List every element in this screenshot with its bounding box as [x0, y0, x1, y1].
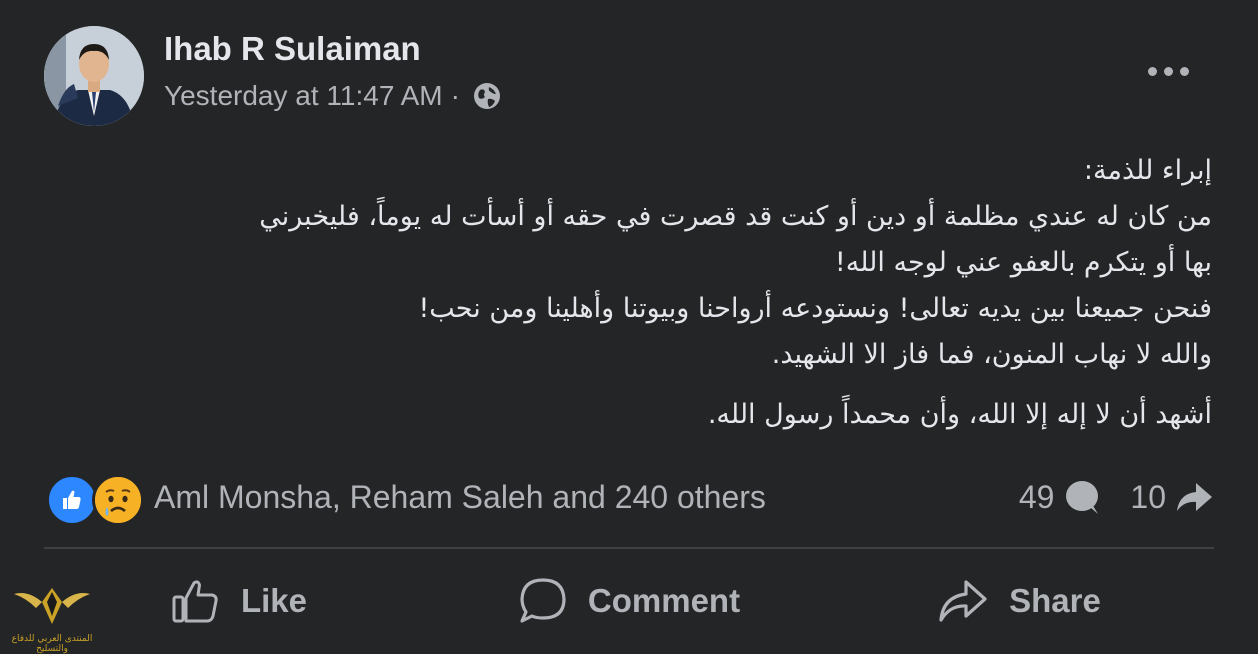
dot-icon — [1163, 66, 1173, 76]
comment-button[interactable]: Comment — [434, 576, 824, 626]
like-button[interactable]: Like — [44, 578, 434, 624]
share-button[interactable]: Share — [824, 577, 1214, 625]
reaction-icons — [46, 472, 146, 526]
post-line: والله لا نهاب المنون، فما فاز الا الشهيد… — [771, 339, 1212, 370]
post-body: إبراء للذمة: من كان له عندي مظلمة أو دين… — [42, 148, 1212, 438]
post-timestamp[interactable]: Yesterday at 11:47 AM — [164, 80, 443, 112]
post-actions: Like Comment Share — [44, 564, 1214, 638]
comment-label: Comment — [587, 582, 741, 619]
comment-icon — [520, 578, 566, 623]
share-label: Share — [1009, 582, 1101, 619]
post-paragraph: أشهد أن لا إله إلا الله، وأن محمداً رسول… — [707, 399, 1212, 430]
share-arrow-icon — [1177, 483, 1212, 511]
globe-icon[interactable] — [472, 81, 502, 111]
comments-count-value: 49 — [1018, 478, 1055, 515]
divider — [44, 547, 1214, 549]
avatar[interactable] — [44, 26, 144, 126]
like-label: Like — [240, 582, 308, 619]
more-options-button[interactable] — [1140, 54, 1196, 88]
share-icon — [939, 580, 987, 622]
profile-photo — [44, 26, 144, 126]
post-line: إبراء للذمة: — [1083, 155, 1212, 186]
dot-icon — [1147, 66, 1157, 76]
sad-icon — [92, 474, 144, 526]
author-name[interactable]: Ihab R Sulaiman — [164, 30, 421, 68]
watermark-text: المنتدى العربي للدفاع والتسليح — [11, 634, 93, 654]
post-paragraph: إبراء للذمة: من كان له عندي مظلمة أو دين… — [42, 148, 1212, 378]
reaction-names[interactable]: Aml Monsha, Reham Saleh and 240 others — [154, 479, 766, 516]
post-line: بها أو يتكرم بالعفو عني لوجه الله! — [834, 247, 1212, 278]
eagle-logo-icon — [14, 588, 90, 624]
comments-count[interactable]: 49 — [1019, 477, 1103, 517]
like-icon — [46, 474, 98, 526]
post-stats: 49 10 — [1019, 474, 1214, 520]
thumbs-up-icon — [172, 580, 218, 623]
shares-count[interactable]: 10 — [1130, 477, 1214, 517]
reactions-summary[interactable]: Aml Monsha, Reham Saleh and 240 others — [46, 472, 766, 526]
comment-bubble-icon — [1066, 481, 1099, 514]
post-line: من كان له عندي مظلمة أو دين أو كنت قد قص… — [259, 201, 1212, 232]
post-meta: Yesterday at 11:47 AM · — [164, 80, 502, 112]
shares-count-value: 10 — [1130, 478, 1166, 515]
meta-separator: · — [450, 80, 460, 111]
post-line: فنحن جميعنا بين يديه تعالى! ونستودعه أرو… — [418, 293, 1212, 324]
dot-icon — [1179, 66, 1189, 76]
